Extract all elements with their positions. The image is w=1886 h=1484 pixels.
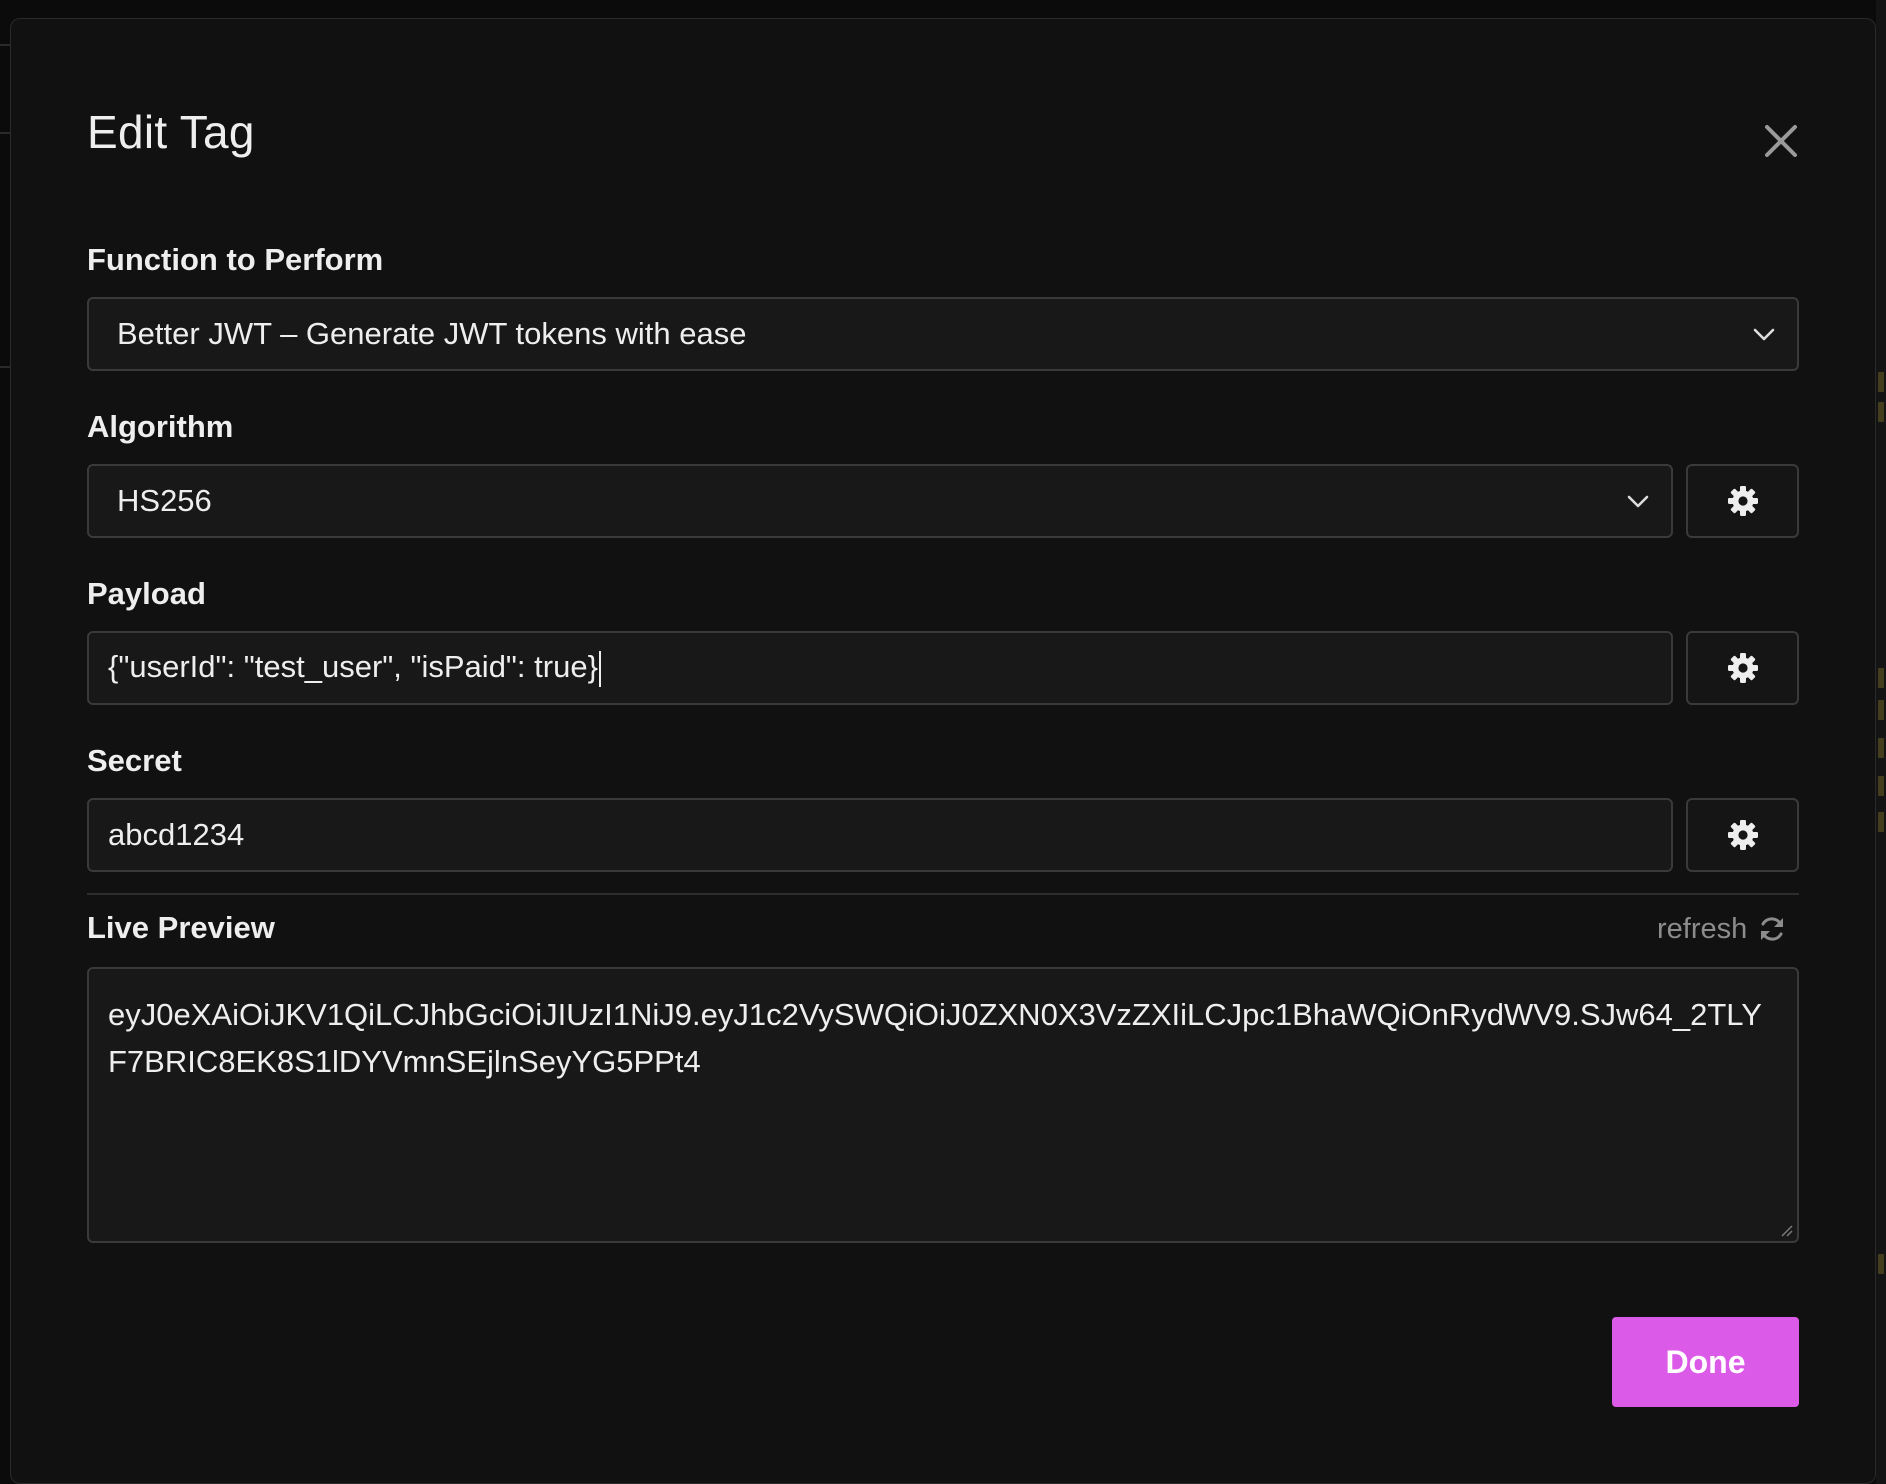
background-text-fragment [1878,668,1884,688]
background-divider [0,366,10,368]
background-text-fragment [1878,402,1884,422]
secret-settings-button[interactable] [1686,798,1799,872]
live-preview-textarea[interactable]: eyJ0eXAiOiJKV1QiLCJhbGciOiJIUzI1NiJ9.eyJ… [87,967,1799,1243]
payload-input-value: {"userId": "test_user", "isPaid": true} [108,649,598,685]
background-text-fragment [1878,700,1884,720]
algorithm-settings-button[interactable] [1686,464,1799,538]
gear-icon [1727,653,1758,683]
function-select[interactable]: Better JWT – Generate JWT tokens with ea… [87,297,1799,371]
function-label: Function to Perform [87,242,384,277]
secret-label: Secret [87,743,182,778]
live-preview-label: Live Preview [87,910,275,945]
secret-input[interactable]: abcd1234 [87,798,1673,872]
edit-tag-modal: Edit Tag Function to Perform Better JWT … [10,18,1876,1484]
chevron-down-icon [1753,328,1775,341]
refresh-label: refresh [1657,912,1748,945]
live-preview-value: eyJ0eXAiOiJKV1QiLCJhbGciOiJIUzI1NiJ9.eyJ… [108,997,1762,1079]
background-divider [0,44,10,46]
refresh-icon [1761,917,1784,941]
algorithm-select-value: HS256 [117,483,212,518]
background-text-fragment [1878,1254,1884,1274]
section-divider [87,893,1799,895]
algorithm-select[interactable]: HS256 [87,464,1673,538]
secret-input-value: abcd1234 [108,817,245,852]
payload-label: Payload [87,576,206,611]
resize-handle-icon[interactable] [1779,1223,1793,1237]
payload-settings-button[interactable] [1686,631,1799,705]
background-text-fragment [1878,812,1884,832]
gear-icon [1727,820,1758,850]
text-cursor [598,650,601,687]
refresh-button[interactable]: refresh [1657,909,1787,949]
background-divider [0,132,10,134]
background-text-fragment [1878,776,1884,796]
payload-input[interactable]: {"userId": "test_user", "isPaid": true} [87,631,1673,705]
background-text-fragment [1878,372,1884,392]
chevron-down-icon [1627,495,1649,508]
close-button[interactable] [1751,111,1811,171]
background-editor-edge [1876,0,1886,1484]
gear-icon [1727,486,1758,516]
algorithm-label: Algorithm [87,409,234,444]
done-button[interactable]: Done [1612,1317,1799,1407]
function-select-value: Better JWT – Generate JWT tokens with ea… [117,316,747,351]
background-text-fragment [1878,738,1884,758]
close-icon [1765,125,1797,157]
modal-title: Edit Tag [87,106,255,158]
